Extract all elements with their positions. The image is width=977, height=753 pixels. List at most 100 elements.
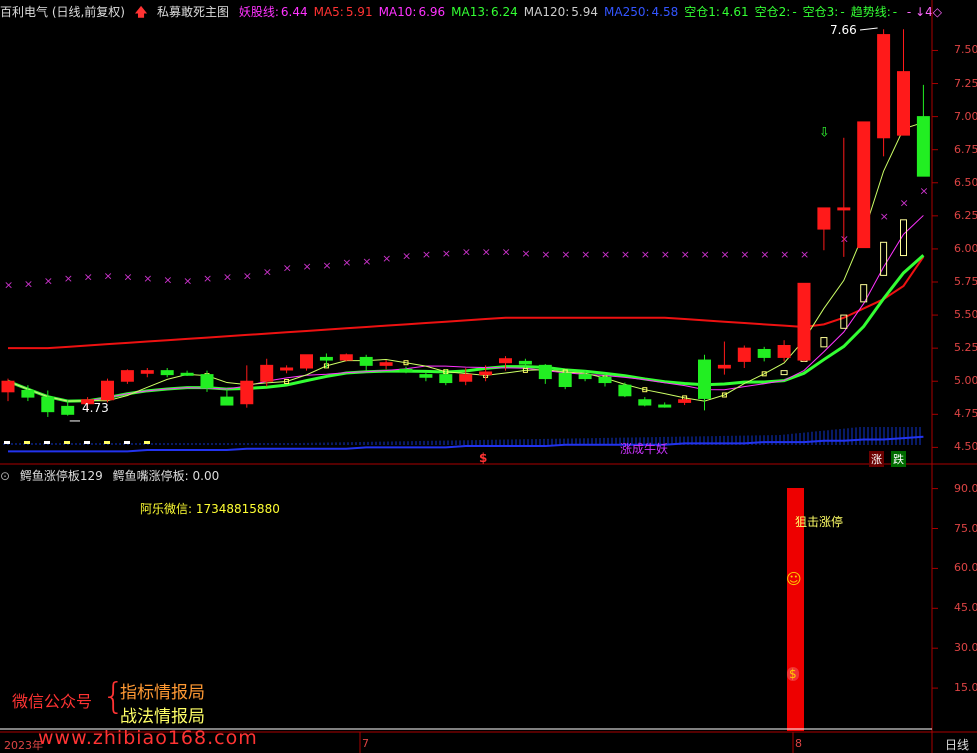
demon-line-marker: × — [84, 271, 93, 284]
demon-line-marker: × — [64, 272, 73, 285]
candle-body — [797, 282, 811, 361]
demon-line-marker: × — [422, 248, 431, 261]
demon-line-marker: × — [840, 232, 849, 245]
demon-line-marker: × — [561, 248, 570, 261]
candle-body — [717, 364, 731, 369]
ma-line-ma120 — [8, 256, 925, 350]
candle-body — [160, 370, 174, 376]
volume-tag: 涨成牛妖 — [620, 442, 669, 456]
demon-line-marker: × — [780, 248, 789, 261]
collapse-icon[interactable]: ⊙ — [0, 466, 10, 486]
sub-tick-label: 30.00 — [954, 641, 977, 655]
sub-indicator-title[interactable]: 鳄鱼涨停板129 — [20, 466, 103, 486]
demon-line-marker: × — [24, 277, 33, 290]
price-chart[interactable]: × × × × × × × × × × × × × × × × × × × × × × × × × × × × × × × × × × × × × × × ×… — [0, 0, 977, 753]
price-tick-label: 5.00 — [954, 374, 977, 388]
dollar-mark: $ — [479, 451, 488, 465]
candle-body — [698, 359, 711, 399]
candle-body — [897, 71, 910, 136]
candle-body — [558, 372, 572, 388]
demon-line-marker: × — [183, 275, 192, 288]
ma-line-ma250 — [8, 435, 924, 453]
candle-body — [499, 358, 512, 364]
candle-body — [518, 360, 532, 365]
candle-body — [598, 376, 612, 384]
candle-body — [538, 364, 552, 380]
price-tick-label: 5.75 — [954, 275, 977, 288]
price-tick-label: 4.50 — [954, 440, 977, 454]
candle-body — [618, 384, 632, 397]
candle-body — [339, 354, 353, 361]
demon-line-marker: × — [303, 260, 312, 273]
ma5-line — [7, 121, 924, 402]
candle-body — [140, 370, 154, 374]
candle-body — [837, 207, 851, 211]
candle-body — [439, 374, 453, 384]
period-label[interactable]: 日线 — [945, 736, 969, 753]
demon-line-marker: × — [919, 185, 928, 198]
sub-tick-label: 15.00 — [954, 681, 977, 695]
demon-line-marker: × — [4, 279, 13, 292]
date-label-7: 7 — [362, 737, 369, 750]
demon-line-marker: × — [243, 269, 252, 282]
candle-body — [459, 374, 473, 382]
candle-body — [101, 380, 114, 401]
contact-text: 阿乐微信: 17348815880 — [140, 502, 280, 516]
base-marker — [144, 441, 150, 444]
base-marker — [104, 441, 110, 444]
candle-body — [260, 364, 274, 382]
limit-up-signal: 狙击涨停 — [795, 515, 844, 529]
candle-body — [180, 372, 194, 376]
candle-body — [578, 374, 592, 380]
candle-body — [399, 368, 413, 372]
candle-body — [21, 389, 35, 398]
price-tick-label: 5.25 — [954, 341, 977, 355]
demon-line-marker: × — [601, 248, 610, 261]
trend-box — [820, 337, 828, 348]
sub-indicator-item: 鳄鱼嘴涨停板: 0.00 — [112, 469, 220, 483]
candle-body — [41, 396, 55, 413]
promo-line1: 指标情报局 — [120, 683, 205, 703]
high-price-label: 7.66 — [830, 23, 857, 37]
candle-body — [379, 362, 393, 366]
moneybag-icon: $ — [787, 667, 799, 681]
sub-tick-label: 75.00 — [954, 521, 977, 535]
demon-line-marker: × — [581, 248, 590, 261]
demon-line-marker: × — [402, 250, 411, 263]
demon-line-marker: × — [740, 248, 749, 261]
sub-chart-legend: ⊙ 鳄鱼涨停板129 鳄鱼嘴涨停板: 0.00 — [0, 466, 225, 486]
candle-body — [777, 345, 791, 358]
candle-body — [916, 116, 930, 177]
promo-wechat: 微信公众号 — [12, 692, 93, 711]
demon-line-marker: × — [104, 269, 113, 282]
sub-tick-label: 45.00 — [954, 601, 977, 615]
candle-body — [120, 370, 134, 382]
candle-body — [678, 399, 692, 403]
candle-body — [638, 399, 652, 406]
candle-body — [857, 121, 871, 249]
demon-line-marker: × — [880, 210, 889, 223]
candle-body — [359, 356, 373, 366]
base-marker — [44, 441, 50, 444]
demon-line-marker: × — [382, 252, 391, 265]
candle-body — [757, 348, 771, 358]
price-tick-label: 7.00 — [954, 109, 977, 123]
demon-line-marker: × — [482, 246, 491, 259]
base-marker — [24, 441, 30, 444]
promo-url: www.zhibiao168.com — [38, 727, 258, 749]
demon-line-marker: × — [442, 247, 451, 260]
candle-body — [280, 367, 294, 371]
candle-body — [419, 374, 433, 378]
demon-line-marker: × — [44, 275, 53, 288]
price-tick-label: 6.00 — [954, 241, 977, 255]
demon-line-marker: × — [163, 273, 172, 286]
demon-line-marker: × — [123, 271, 132, 284]
date-label-8: 8 — [795, 737, 802, 750]
candle-body — [220, 396, 234, 406]
candle-body — [817, 207, 831, 230]
demon-line-marker: × — [502, 246, 511, 259]
demon-line-marker: × — [283, 261, 292, 274]
demon-line-marker: × — [661, 248, 670, 261]
price-tick-label: 7.25 — [954, 76, 977, 90]
demon-line-marker: × — [720, 248, 729, 261]
